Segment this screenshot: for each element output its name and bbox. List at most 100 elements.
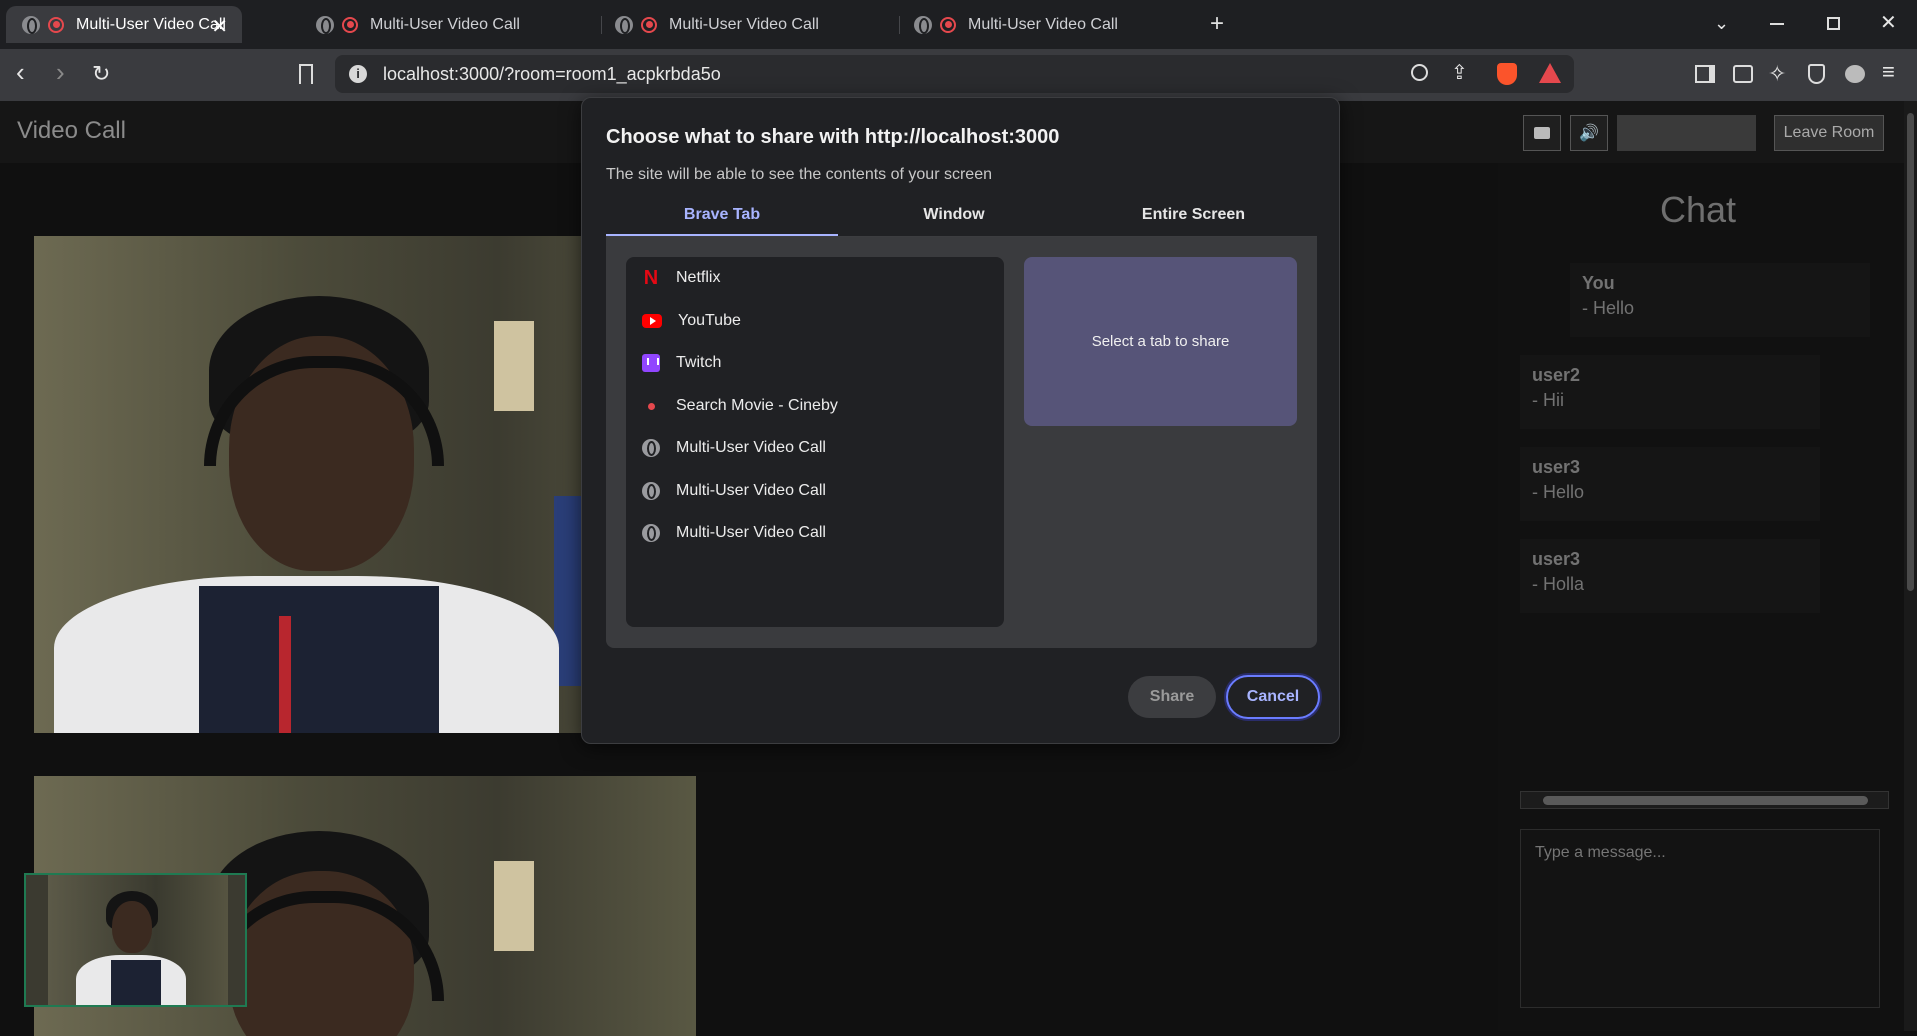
recording-icon bbox=[940, 16, 956, 33]
globe-icon bbox=[642, 439, 660, 457]
share-preview: Select a tab to share bbox=[1024, 257, 1297, 426]
wallet-icon[interactable] bbox=[1733, 65, 1753, 83]
site-info-icon[interactable]: i bbox=[349, 65, 367, 83]
browser-tab-title: Multi-User Video Call bbox=[968, 15, 1118, 33]
globe-icon bbox=[22, 15, 40, 34]
list-item[interactable]: N Netflix bbox=[626, 257, 1004, 299]
message-sender: user3 bbox=[1532, 457, 1581, 477]
cineby-icon bbox=[642, 397, 660, 415]
vpn-icon[interactable] bbox=[1808, 64, 1825, 84]
recording-icon bbox=[48, 16, 64, 33]
zoom-icon[interactable] bbox=[1411, 64, 1428, 81]
globe-icon bbox=[642, 482, 660, 500]
list-item-label: Search Movie - Cineby bbox=[676, 397, 838, 414]
scrollbar-thumb[interactable] bbox=[1543, 796, 1868, 805]
leave-room-button[interactable]: Leave Room bbox=[1774, 115, 1884, 151]
camera-icon bbox=[1534, 127, 1550, 139]
plus-icon[interactable]: + bbox=[1210, 12, 1224, 36]
app-title: Video Call bbox=[17, 117, 126, 144]
dialog-content: N Netflix YouTube Twitch Search Movie - … bbox=[606, 237, 1317, 648]
cancel-button[interactable]: Cancel bbox=[1226, 675, 1320, 719]
chat-title: Chat bbox=[1659, 189, 1737, 230]
browser-tab[interactable]: Multi-User Video Call ✕ bbox=[6, 6, 242, 43]
shirt-red-stripe bbox=[279, 616, 291, 733]
message-text: - Hii bbox=[1532, 390, 1564, 410]
chat-message: user3 - Holla bbox=[1520, 539, 1820, 613]
youtube-icon bbox=[642, 314, 662, 328]
shareable-tab-list: N Netflix YouTube Twitch Search Movie - … bbox=[626, 257, 1004, 627]
dialog-title: Choose what to share with http://localho… bbox=[606, 126, 1060, 148]
tab-window[interactable]: Window bbox=[838, 206, 1070, 236]
sidebar-icon[interactable] bbox=[1695, 65, 1715, 83]
share-screen-button[interactable] bbox=[1617, 115, 1756, 151]
page-vertical-scrollbar[interactable] bbox=[1904, 101, 1917, 1031]
speaker-icon: 🔊 bbox=[1579, 125, 1599, 142]
chat-message: You - Hello bbox=[1570, 263, 1870, 337]
camera-toggle-button[interactable] bbox=[1523, 115, 1561, 151]
minimize-icon[interactable] bbox=[1770, 23, 1784, 25]
message-sender: user2 bbox=[1532, 365, 1581, 385]
address-bar[interactable]: i localhost:3000/?room=room1_acpkrbda5o … bbox=[335, 55, 1574, 93]
globe-icon bbox=[914, 15, 932, 34]
url-text: localhost:3000/?room=room1_acpkrbda5o bbox=[383, 64, 721, 84]
recording-icon bbox=[342, 16, 358, 33]
message-sender: user3 bbox=[1532, 549, 1581, 569]
globe-icon bbox=[642, 524, 660, 542]
close-tab-icon[interactable]: ✕ bbox=[211, 14, 228, 39]
netflix-icon: N bbox=[643, 266, 659, 289]
restore-icon[interactable] bbox=[1827, 17, 1840, 30]
browser-tab-title: Multi-User Video Call bbox=[669, 15, 819, 33]
tab-entire-screen[interactable]: Entire Screen bbox=[1070, 206, 1317, 236]
leo-ai-icon[interactable]: ✧ bbox=[1768, 63, 1786, 85]
list-item-label: Multi-User Video Call bbox=[676, 439, 826, 456]
list-item[interactable]: Multi-User Video Call bbox=[626, 512, 1004, 554]
list-item[interactable]: YouTube bbox=[626, 300, 1004, 342]
message-text: - Hello bbox=[1582, 298, 1635, 318]
list-item[interactable]: Search Movie - Cineby bbox=[626, 385, 1004, 427]
menu-icon[interactable]: ≡ bbox=[1882, 61, 1895, 83]
wall-calendar bbox=[494, 321, 534, 411]
message-text: - Holla bbox=[1532, 574, 1585, 594]
list-item[interactable]: Multi-User Video Call bbox=[626, 470, 1004, 512]
screen-share-dialog: Choose what to share with http://localho… bbox=[581, 97, 1340, 744]
browser-tab-title: Multi-User Video Call bbox=[76, 15, 226, 33]
dialog-subtitle: The site will be able to see the content… bbox=[606, 166, 992, 183]
recording-icon bbox=[641, 16, 657, 33]
share-page-icon[interactable]: ⇪ bbox=[1451, 62, 1468, 84]
shirt-stripe bbox=[111, 960, 161, 1005]
audio-toggle-button[interactable]: 🔊 bbox=[1570, 115, 1608, 151]
brave-shields-icon[interactable] bbox=[1497, 63, 1517, 85]
reload-icon[interactable]: ↻ bbox=[92, 63, 110, 85]
profile-icon[interactable] bbox=[1845, 65, 1865, 83]
local-video-preview bbox=[24, 873, 247, 1007]
bookmark-icon[interactable] bbox=[299, 64, 313, 84]
message-sender: You bbox=[1582, 273, 1615, 293]
face bbox=[112, 901, 152, 953]
list-item-label: Twitch bbox=[676, 354, 722, 371]
chevron-down-icon[interactable]: ⌄ bbox=[1714, 12, 1729, 34]
brave-rewards-icon[interactable] bbox=[1539, 63, 1561, 83]
message-text: - Hello bbox=[1532, 482, 1585, 502]
share-button[interactable]: Share bbox=[1128, 676, 1216, 718]
chat-message: user2 - Hii bbox=[1520, 355, 1820, 429]
message-input[interactable] bbox=[1520, 829, 1880, 1008]
list-item-label: Netflix bbox=[676, 269, 721, 286]
browser-toolbar: ‹ › ↻ i localhost:3000/?room=room1_acpkr… bbox=[0, 49, 1917, 101]
chat-horizontal-scrollbar[interactable] bbox=[1520, 791, 1889, 809]
chat-message: user3 - Hello bbox=[1520, 447, 1820, 521]
browser-tab-title: Multi-User Video Call bbox=[370, 15, 520, 33]
browser-tab[interactable]: Multi-User Video Call bbox=[300, 6, 590, 43]
tab-brave-tab[interactable]: Brave Tab bbox=[606, 206, 838, 236]
browser-tab[interactable]: Multi-User Video Call bbox=[898, 6, 1188, 43]
close-window-icon[interactable]: ✕ bbox=[1880, 12, 1897, 34]
list-item[interactable]: Twitch bbox=[626, 342, 1004, 384]
scrollbar-thumb[interactable] bbox=[1907, 113, 1914, 591]
list-item-label: YouTube bbox=[678, 312, 741, 329]
wall-calendar bbox=[494, 861, 534, 951]
globe-icon bbox=[316, 15, 334, 34]
list-item[interactable]: Multi-User Video Call bbox=[626, 427, 1004, 469]
forward-icon[interactable]: › bbox=[56, 59, 65, 85]
browser-tab[interactable]: Multi-User Video Call bbox=[599, 6, 889, 43]
list-item-label: Multi-User Video Call bbox=[676, 482, 826, 499]
back-icon[interactable]: ‹ bbox=[16, 59, 25, 85]
